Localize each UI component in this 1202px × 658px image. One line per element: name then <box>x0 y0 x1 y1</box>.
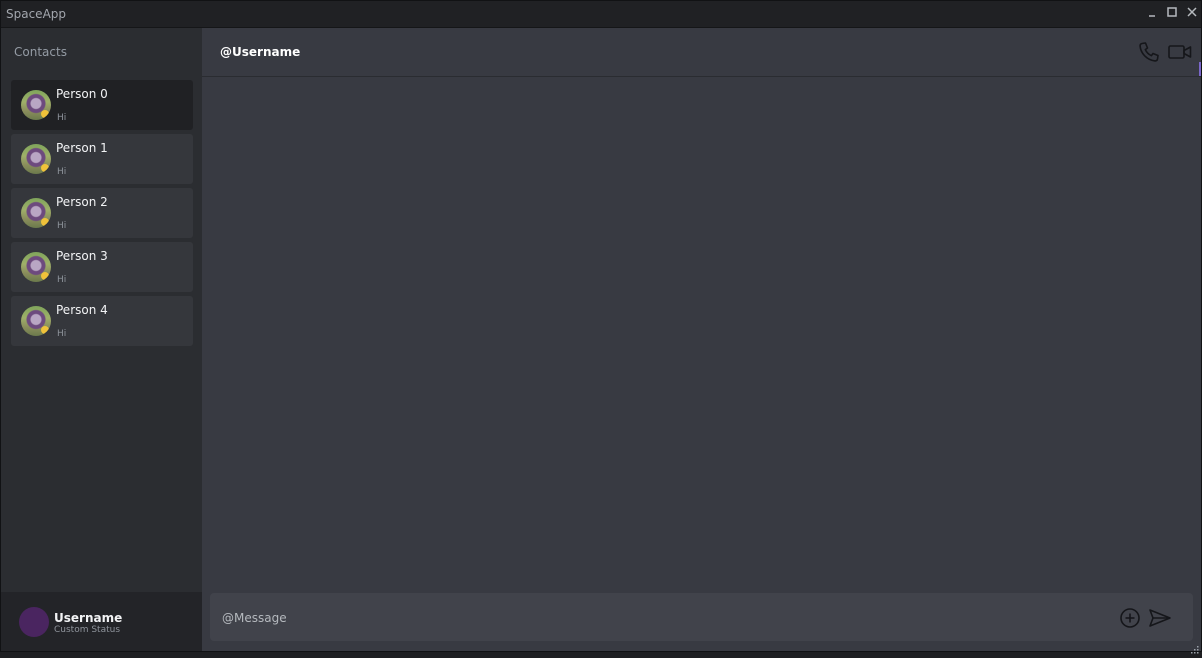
contact-name: Person 3 <box>56 249 108 263</box>
contact-avatar <box>21 144 51 174</box>
title-bar[interactable]: SpaceApp <box>1 1 1201 28</box>
contact-last-message: Hi <box>57 275 67 285</box>
app-window: SpaceApp Contacts Person 0 Hi Person 1 H… <box>0 0 1202 654</box>
status-dot <box>41 110 49 118</box>
video-camera-icon[interactable] <box>1167 40 1193 64</box>
resize-grip-icon[interactable] <box>1189 639 1199 654</box>
app-title: SpaceApp <box>6 7 67 21</box>
status-dot <box>41 272 49 280</box>
status-dot <box>41 326 49 334</box>
phone-icon[interactable] <box>1137 40 1161 64</box>
chat-area: @Username <box>202 28 1201 654</box>
contact-avatar <box>21 252 51 282</box>
contact-avatar <box>21 306 51 336</box>
status-dot <box>41 164 49 172</box>
contact-last-message: Hi <box>57 113 67 123</box>
user-panel[interactable]: Username Custom Status <box>1 592 202 651</box>
contact-last-message: Hi <box>57 329 67 339</box>
contact-item-person-1[interactable]: Person 1 Hi <box>11 134 193 184</box>
contact-avatar <box>21 90 51 120</box>
chat-header: @Username <box>202 28 1201 77</box>
accent-edge <box>1199 62 1201 76</box>
contact-name: Person 0 <box>56 87 108 101</box>
minimize-icon[interactable] <box>1145 5 1159 19</box>
maximize-icon[interactable] <box>1165 5 1179 19</box>
contact-item-person-2[interactable]: Person 2 Hi <box>11 188 193 238</box>
status-dot <box>41 218 49 226</box>
close-icon[interactable] <box>1185 5 1199 19</box>
contact-last-message: Hi <box>57 221 67 231</box>
contact-item-person-4[interactable]: Person 4 Hi <box>11 296 193 346</box>
contact-avatar <box>21 198 51 228</box>
chat-title: @Username <box>220 45 301 59</box>
user-avatar[interactable] <box>19 607 49 637</box>
user-name: Username <box>54 611 123 625</box>
message-input[interactable] <box>220 607 1104 629</box>
message-composer <box>210 593 1193 641</box>
contact-name: Person 1 <box>56 141 108 155</box>
contacts-sidebar: Contacts Person 0 Hi Person 1 Hi Person … <box>1 28 202 651</box>
contact-item-person-3[interactable]: Person 3 Hi <box>11 242 193 292</box>
user-custom-status: Custom Status <box>54 625 121 635</box>
contact-item-person-0[interactable]: Person 0 Hi <box>11 80 193 130</box>
contact-list: Person 0 Hi Person 1 Hi Person 2 Hi Pers… <box>11 80 193 350</box>
contact-last-message: Hi <box>57 167 67 177</box>
contacts-header: Contacts <box>14 45 67 59</box>
send-icon[interactable] <box>1148 607 1172 629</box>
contact-name: Person 2 <box>56 195 108 209</box>
add-circle-icon[interactable] <box>1119 607 1141 629</box>
contact-name: Person 4 <box>56 303 108 317</box>
message-list[interactable] <box>202 77 1201 591</box>
